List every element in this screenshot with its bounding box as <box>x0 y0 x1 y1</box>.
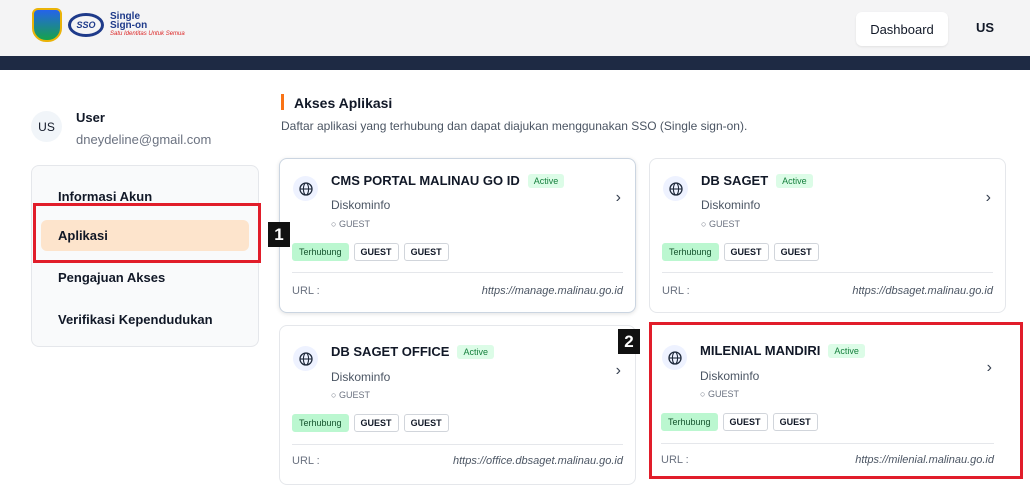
app-name-text: DB SAGET OFFICE <box>331 344 450 359</box>
connected-tag: Terhubung <box>292 243 349 261</box>
url-label: URL : <box>662 285 690 297</box>
section-subtitle: Daftar aplikasi yang terhubung dan dapat… <box>281 119 748 133</box>
status-badge: Active <box>527 174 565 188</box>
sidebar-item-verifikasi-kependudukan[interactable]: Verifikasi Kependudukan <box>58 312 213 327</box>
sso-logo[interactable]: SSO Single Sign-on Satu Identitas Untuk … <box>32 8 185 42</box>
app-url-link[interactable]: https://office.dbsaget.malinau.go.id <box>453 455 623 467</box>
app-url-link[interactable]: https://manage.malinau.go.id <box>482 285 623 297</box>
role-tag: GUEST <box>403 243 449 261</box>
app-name: DB SAGET OFFICE Active <box>331 344 494 359</box>
chevron-right-icon[interactable]: › <box>986 189 991 207</box>
user-email: dneydeline@gmail.com <box>76 132 212 147</box>
top-bar: SSO Single Sign-on Satu Identitas Untuk … <box>0 0 1030 56</box>
tag-list: Terhubung GUEST GUEST <box>662 243 819 261</box>
status-badge: Active <box>457 345 494 359</box>
divider <box>292 444 623 445</box>
section-title: Akses Aplikasi <box>294 95 393 111</box>
role-tag: GUEST <box>353 414 399 432</box>
header-avatar[interactable]: US <box>976 20 994 35</box>
role-tag: GUEST <box>773 243 819 261</box>
app-name: DB SAGET Active <box>701 173 813 188</box>
url-label: URL : <box>292 285 320 297</box>
tag-list: Terhubung GUEST GUEST <box>292 414 449 432</box>
connected-tag: Terhubung <box>292 414 349 432</box>
app-card-cms-portal[interactable]: CMS PORTAL MALINAU GO ID Active Diskominf… <box>279 158 636 313</box>
globe-icon <box>293 176 318 201</box>
app-url-link[interactable]: https://dbsaget.malinau.go.id <box>852 285 993 297</box>
divider <box>662 272 993 273</box>
app-name-text: CMS PORTAL MALINAU GO ID <box>331 173 520 188</box>
role-tag: GUEST <box>353 243 399 261</box>
app-role-text: GUEST <box>338 390 370 400</box>
chevron-right-icon[interactable]: › <box>616 362 621 380</box>
app-role: ○ GUEST <box>701 219 740 229</box>
role-tag: GUEST <box>723 243 769 261</box>
app-role-text: GUEST <box>708 219 740 229</box>
app-name-text: DB SAGET <box>701 173 769 188</box>
globe-icon <box>293 346 318 371</box>
dashboard-button[interactable]: Dashboard <box>856 12 948 46</box>
app-card-db-saget[interactable]: DB SAGET Active Diskominfo ○ GUEST › Terh… <box>649 158 1006 313</box>
logo-tagline: Satu Identitas Untuk Semua <box>110 30 185 37</box>
malinau-crest-icon <box>32 8 62 42</box>
app-org: Diskominfo <box>331 198 391 212</box>
highlight-box-milenial-mandiri <box>649 322 1023 479</box>
app-role: ○ GUEST <box>331 219 370 229</box>
globe-icon <box>663 176 688 201</box>
sidebar-item-informasi-akun[interactable]: Informasi Akun <box>58 189 152 204</box>
annotation-number-1: 1 <box>268 222 290 247</box>
app-card-db-saget-office[interactable]: DB SAGET OFFICE Active Diskominfo ○ GUEST… <box>279 325 636 485</box>
app-role-text: GUEST <box>338 219 370 229</box>
logo-title: Single Sign-on <box>110 10 148 31</box>
tag-list: Terhubung GUEST GUEST <box>292 243 449 261</box>
annotation-number-2: 2 <box>618 329 640 354</box>
app-org: Diskominfo <box>701 198 761 212</box>
section-accent-bar <box>281 94 284 110</box>
app-org: Diskominfo <box>331 370 391 384</box>
divider <box>292 272 623 273</box>
logo-text: Single Sign-on Satu Identitas Untuk Semu… <box>110 10 185 39</box>
user-avatar: US <box>31 111 62 142</box>
app-name: CMS PORTAL MALINAU GO ID Active <box>331 173 565 188</box>
role-tag: GUEST <box>403 414 449 432</box>
chevron-right-icon[interactable]: › <box>616 189 621 207</box>
nav-stripe <box>0 56 1030 70</box>
highlight-box-aplikasi <box>33 203 261 263</box>
status-badge: Active <box>776 174 813 188</box>
connected-tag: Terhubung <box>662 243 719 261</box>
sso-oval-icon: SSO <box>68 13 104 37</box>
sidebar-item-pengajuan-akses[interactable]: Pengajuan Akses <box>58 270 165 285</box>
app-role: ○ GUEST <box>331 390 370 400</box>
user-name: User <box>76 110 105 125</box>
url-label: URL : <box>292 455 320 467</box>
